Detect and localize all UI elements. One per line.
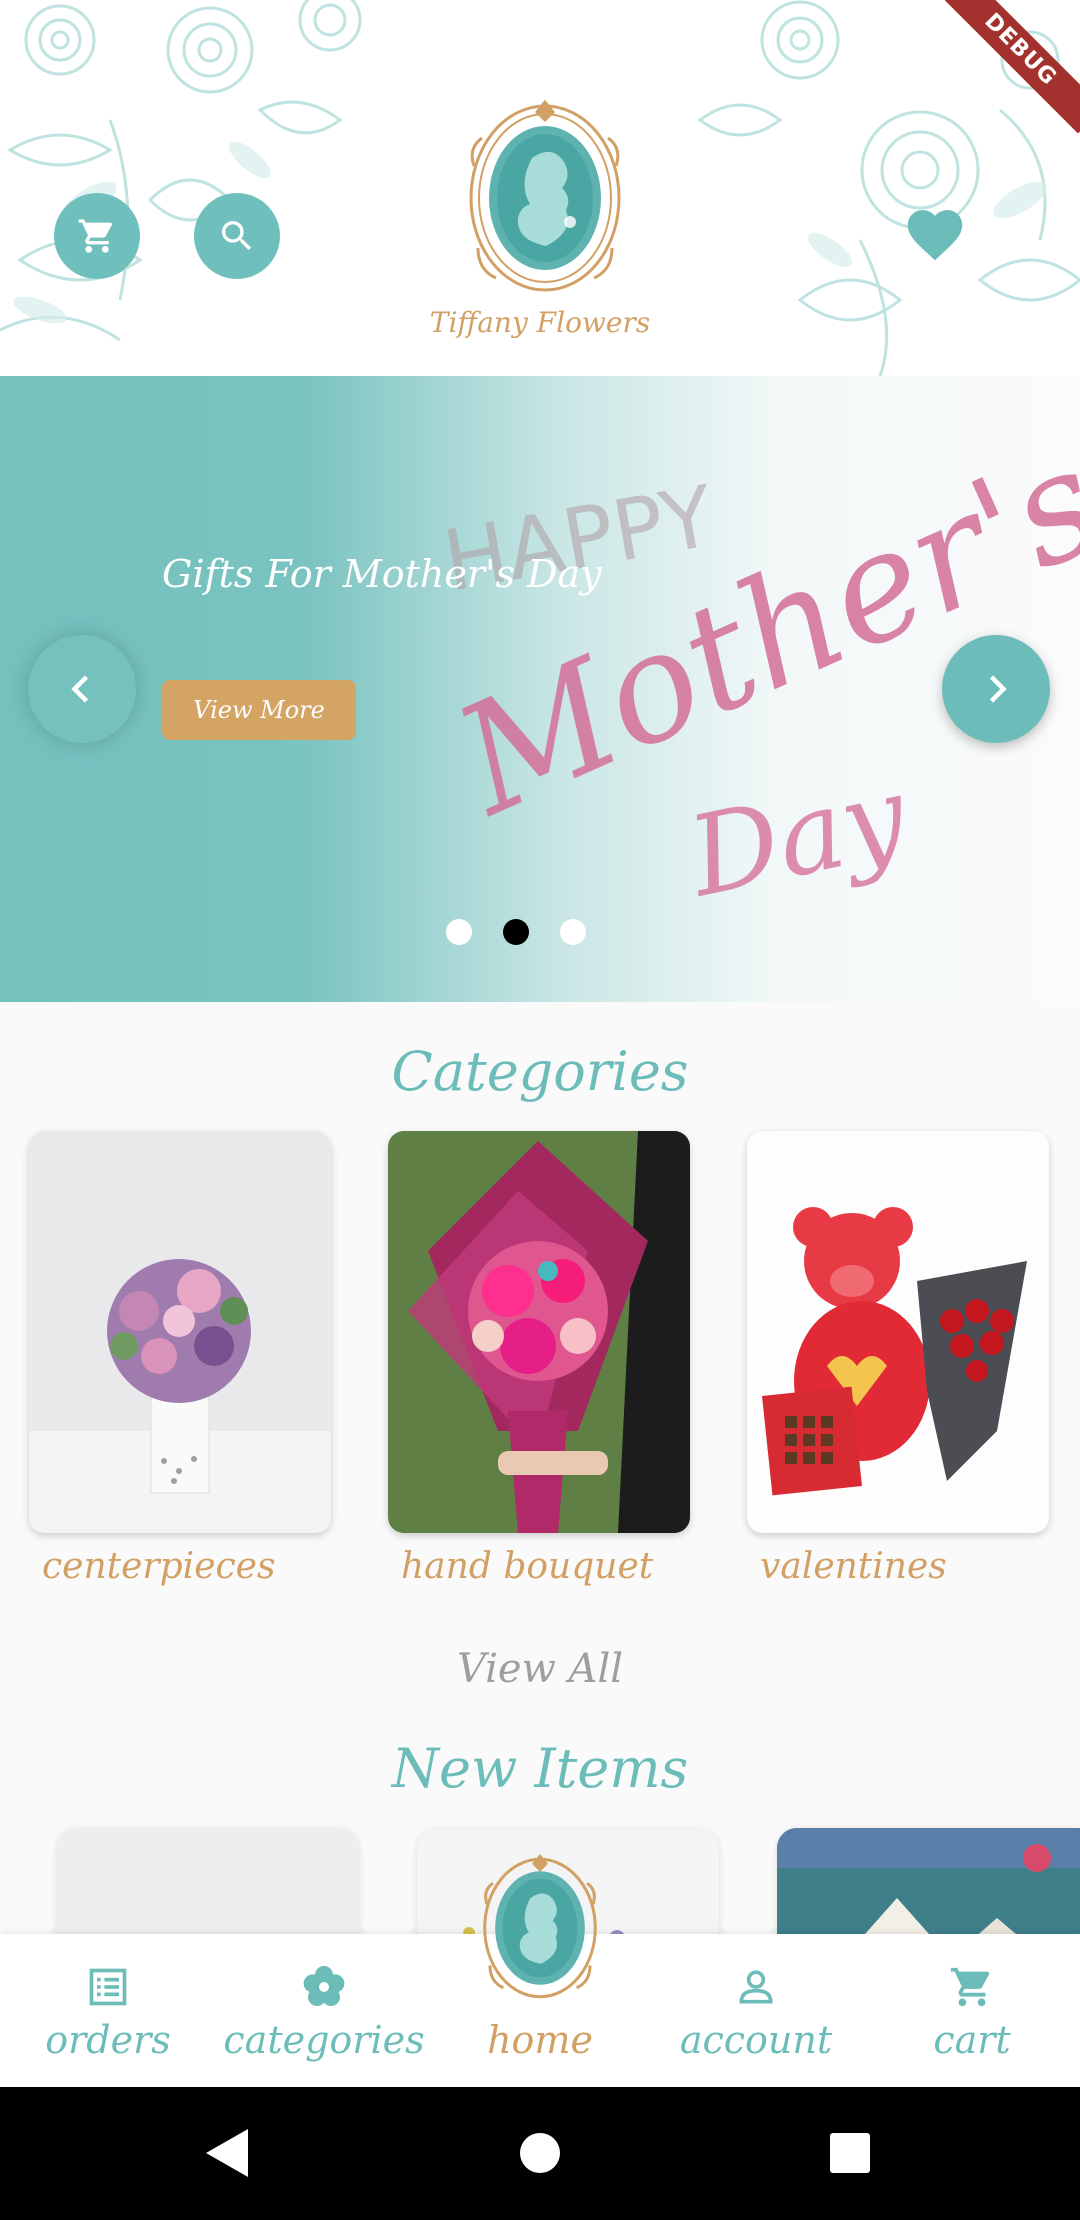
valentines-image: [747, 1131, 1049, 1533]
category-label-centerpieces: centerpieces: [42, 1546, 276, 1587]
nav-label-categories: categories: [223, 2018, 425, 2062]
brand-name: Tiffany Flowers: [429, 306, 651, 339]
view-all-categories-link[interactable]: View All: [0, 1646, 1080, 1692]
category-card-hand-bouquet[interactable]: [388, 1131, 690, 1533]
app-header: Tiffany Flowers DEBUG: [0, 0, 1080, 376]
chevron-right-icon: [989, 675, 1007, 703]
nav-item-cart[interactable]: cart: [864, 1934, 1080, 2087]
favorites-button[interactable]: [900, 200, 970, 264]
nav-item-orders[interactable]: orders: [0, 1934, 216, 2087]
recents-icon[interactable]: [829, 2127, 871, 2179]
home-circle-icon[interactable]: [519, 2127, 561, 2179]
nav-label-orders: orders: [45, 2018, 171, 2062]
view-more-button[interactable]: View More: [162, 680, 356, 740]
nav-item-categories[interactable]: categories: [216, 1934, 432, 2087]
categories-title: Categories: [391, 1040, 689, 1103]
banner-prev-button[interactable]: [28, 635, 136, 743]
heart-icon: [907, 210, 963, 261]
list-icon: [89, 1968, 127, 2006]
banner-title: Gifts For Mother's Day: [162, 552, 602, 596]
header-cart-button[interactable]: [54, 193, 140, 279]
carousel-dot-3[interactable]: [560, 919, 586, 945]
nav-label-home: home: [487, 2018, 593, 2062]
category-label-hand-bouquet: hand bouquet: [401, 1546, 654, 1587]
header-search-button[interactable]: [194, 193, 280, 279]
chevron-left-icon: [71, 675, 89, 703]
new-items-title: New Items: [391, 1737, 689, 1800]
carousel-dot-2[interactable]: [503, 919, 529, 945]
promo-banner[interactable]: HAPPY Mother's Day Gifts For Mother's Da…: [0, 376, 1080, 1002]
person-icon: [739, 1970, 773, 2004]
centerpieces-image: [29, 1131, 331, 1533]
cart-icon: [950, 1967, 990, 2007]
carousel-dot-1[interactable]: [446, 919, 472, 945]
hand-bouquet-image: [388, 1131, 690, 1533]
cart-icon: [78, 219, 113, 253]
search-icon: [222, 221, 252, 251]
nav-label-cart: cart: [933, 2018, 1011, 2062]
logo-icon[interactable]: [478, 1850, 602, 2006]
system-navigation-bar: [0, 2087, 1080, 2220]
category-card-valentines[interactable]: [747, 1131, 1049, 1533]
art-text-day: Day: [677, 751, 919, 922]
nav-item-account[interactable]: account: [648, 1934, 864, 2087]
flower-icon: [303, 1966, 345, 2006]
category-card-centerpieces[interactable]: [29, 1131, 331, 1533]
nav-label-account: account: [679, 2018, 833, 2062]
category-label-valentines: valentines: [760, 1546, 947, 1587]
brand-logo: [469, 99, 621, 292]
carousel-indicator: [446, 919, 586, 945]
back-icon[interactable]: [202, 2127, 252, 2179]
banner-next-button[interactable]: [942, 635, 1050, 743]
